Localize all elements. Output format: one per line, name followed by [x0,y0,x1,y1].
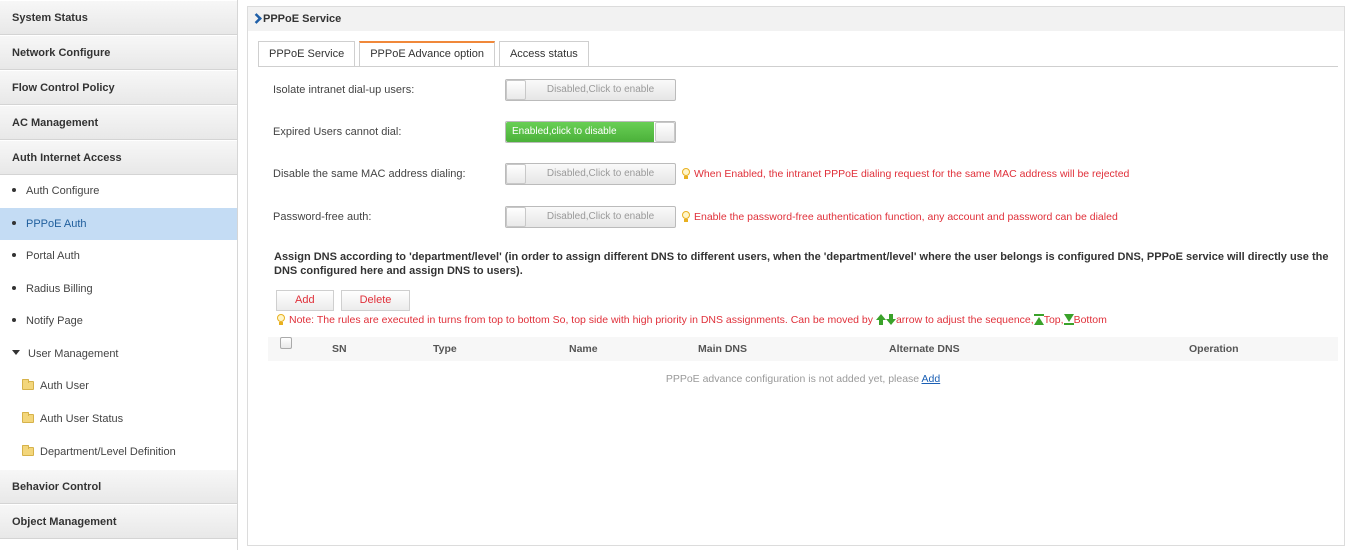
toggle-knob [506,207,526,228]
folder-icon [22,411,34,423]
sidebar-item-label: Radius Billing [26,282,93,295]
sidebar-item-label: Department/Level Definition [40,446,176,458]
sidebar-item-portal-auth[interactable]: Portal Auth [0,240,237,273]
column-header-type[interactable]: Type [433,337,457,361]
sidebar-item-object-management[interactable]: Object Management [0,504,237,539]
sidebar-item-label: PPPoE Auth [26,217,87,230]
sidebar-item-label: User Management [28,347,119,360]
expired-users-toggle[interactable]: Enabled,click to disable [505,121,676,144]
tab-divider [258,66,1338,67]
toggle-text: Disabled,Click to enable [546,211,655,223]
page-title-bar: PPPoE Service [248,7,1344,31]
sidebar-item-label: Auth User [40,380,89,392]
sidebar-item-auth-user-status[interactable]: Auth User Status [0,403,237,436]
arrow-down-icon [885,313,896,325]
bullet-icon [12,253,16,258]
isolate-intranet-toggle[interactable]: Disabled,Click to enable [505,79,676,102]
sidebar-menu: System Status Network Configure Flow Con… [0,0,237,539]
dns-description: Assign DNS according to 'department/leve… [274,251,1329,277]
toggle-knob [506,80,526,101]
sidebar-item-auth-internet-access[interactable]: Auth Internet Access [0,140,237,175]
toggle-text: Disabled,Click to enable [546,168,655,180]
sidebar-item-auth-configure[interactable]: Auth Configure [0,175,237,208]
note-text-2: arrow to adjust the sequence, [895,314,1034,326]
sidebar: System Status Network Configure Flow Con… [0,0,238,550]
sidebar-item-radius-billing[interactable]: Radius Billing [0,272,237,305]
note-top-label: Top, [1043,314,1064,326]
setting-disable-same-mac: Disable the same MAC address dialing: Dis… [273,162,1129,186]
toggle-knob [655,122,675,143]
bullet-icon [12,188,16,193]
sidebar-item-network-configure[interactable]: Network Configure [0,35,237,70]
sidebar-item-user-management[interactable]: User Management [0,337,237,370]
bullet-icon [12,318,16,323]
empty-add-link[interactable]: Add [922,373,941,385]
arrow-up-icon [875,313,886,325]
hint-text: When Enabled, the intranet PPPoE dialing… [694,168,1130,181]
note-text: Note: The rules are executed in turns fr… [289,314,874,326]
setting-label: Disable the same MAC address dialing: [273,168,466,180]
bullet-icon [12,220,16,225]
toggle-text: Enabled,click to disable [512,126,617,138]
empty-table-message: PPPoE advance configuration is not added… [268,373,1338,385]
sidebar-item-auth-user[interactable]: Auth User [0,370,237,403]
setting-password-free: Password-free auth: Disabled,Click to ena… [273,205,1118,229]
move-top-icon [1033,313,1044,325]
arrow-icon [251,12,262,24]
priority-note: Note: The rules are executed in turns fr… [277,312,1107,328]
sidebar-item-pppoe-auth[interactable]: PPPoE Auth [0,207,237,240]
tab-access-status[interactable]: Access status [498,41,589,67]
tab-bar: PPPoE Service PPPoE Advance option Acces… [258,41,593,67]
move-bottom-icon [1063,313,1074,325]
note-bottom-label: Bottom [1073,314,1107,326]
toggle-text: Disabled,Click to enable [546,84,655,96]
setting-hint: When Enabled, the intranet PPPoE dialing… [682,162,1129,186]
setting-label: Isolate intranet dial-up users: [273,84,415,96]
page-title: PPPoE Service [263,13,342,25]
setting-isolate-intranet: Isolate intranet dial-up users: Disabled,… [273,78,676,102]
column-header-main-dns[interactable]: Main DNS [698,337,747,361]
column-header-alternate-dns[interactable]: Alternate DNS [889,337,960,361]
column-header-operation[interactable]: Operation [1189,337,1239,361]
bullet-icon [12,285,16,290]
select-all-checkbox[interactable] [280,337,292,349]
sidebar-item-ac-management[interactable]: AC Management [0,105,237,140]
add-button[interactable]: Add [276,290,334,311]
sidebar-item-system-status[interactable]: System Status [0,0,237,35]
tab-pppoe-service[interactable]: PPPoE Service [258,41,356,67]
sidebar-item-label: Portal Auth [26,250,80,262]
setting-label: Expired Users cannot dial: [273,126,402,138]
empty-text: PPPoE advance configuration is not added… [665,373,920,385]
sidebar-item-department-level[interactable]: Department/Level Definition [0,436,237,469]
lightbulb-icon [277,313,285,325]
toggle-knob [506,164,526,185]
main-panel: PPPoE Service PPPoE Service PPPoE Advanc… [247,6,1345,546]
delete-button[interactable]: Delete [340,290,411,311]
password-free-toggle[interactable]: Disabled,Click to enable [505,206,676,229]
caret-down-icon [12,350,20,356]
disable-same-mac-toggle[interactable]: Disabled,Click to enable [505,163,676,186]
sidebar-item-label: Auth Configure [26,185,100,197]
folder-icon [22,378,34,390]
sidebar-item-label: Auth User Status [40,413,124,425]
folder-icon [22,444,34,456]
lightbulb-icon [682,210,690,222]
lightbulb-icon [682,167,690,179]
sidebar-item-flow-control-policy[interactable]: Flow Control Policy [0,70,237,105]
sidebar-item-label: Notify Page [26,315,83,327]
column-header-sn[interactable]: SN [332,337,347,361]
tab-pppoe-advance-option[interactable]: PPPoE Advance option [359,41,495,67]
table-header: SN Type Name Main DNS Alternate DNS Oper… [268,337,1338,361]
action-buttons: Add Delete [276,290,417,311]
sidebar-item-notify-page[interactable]: Notify Page [0,305,237,338]
setting-label: Password-free auth: [273,211,372,223]
setting-hint: Enable the password-free authentication … [682,205,1118,229]
column-header-name[interactable]: Name [569,337,598,361]
setting-expired-users: Expired Users cannot dial: Enabled,click … [273,120,676,144]
hint-text: Enable the password-free authentication … [694,211,1118,224]
sidebar-item-behavior-control[interactable]: Behavior Control [0,469,237,504]
